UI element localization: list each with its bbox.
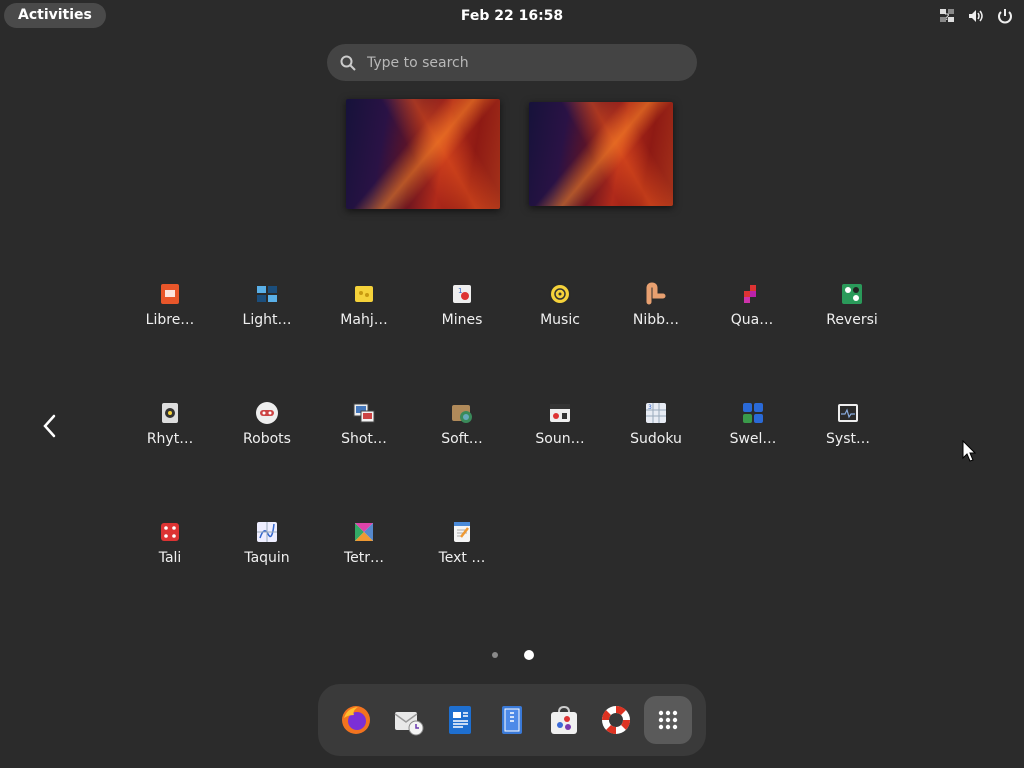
search-input[interactable] xyxy=(367,54,667,71)
system-monitor-icon xyxy=(838,404,858,422)
app-libreoffice-impress[interactable]: Libre… xyxy=(122,282,218,342)
workspace-thumbnail-2[interactable] xyxy=(529,102,673,206)
app-tetravex[interactable]: Tetr… xyxy=(316,520,412,580)
dock-files[interactable] xyxy=(488,696,536,744)
taquin-icon xyxy=(257,522,277,542)
software-store-icon xyxy=(551,705,577,734)
system-tray[interactable]: ? xyxy=(938,7,1014,25)
text-editor-icon xyxy=(454,522,470,542)
page-indicator-2-active[interactable] xyxy=(524,650,534,660)
clock[interactable]: Feb 22 16:58 xyxy=(0,0,1024,32)
lightsoff-icon xyxy=(257,286,277,302)
mahjongg-icon xyxy=(355,286,373,302)
reversi-icon xyxy=(842,284,862,304)
writer-icon xyxy=(449,706,471,734)
app-music[interactable]: Music xyxy=(512,282,608,342)
app-shotwell[interactable]: Shot… xyxy=(316,401,412,461)
app-mahjongg[interactable]: Mahj… xyxy=(316,282,412,342)
app-nibbles[interactable]: Nibb… xyxy=(608,282,704,342)
app-text-editor[interactable]: Text … xyxy=(414,520,510,580)
shotwell-icon xyxy=(353,403,375,423)
app-software-properties[interactable]: Soft… xyxy=(414,401,510,461)
dock-evolution[interactable] xyxy=(384,696,432,744)
app-label: Syst… xyxy=(826,431,870,447)
music-icon xyxy=(549,283,571,305)
dock-firefox[interactable] xyxy=(332,696,380,744)
svg-text:?: ? xyxy=(945,13,950,23)
app-label: Music xyxy=(540,312,580,328)
sudoku-icon: 3 xyxy=(646,403,666,423)
mail-clock-icon xyxy=(394,712,424,736)
svg-text:3: 3 xyxy=(648,404,652,411)
files-icon xyxy=(502,706,522,734)
nibbles-icon xyxy=(646,282,666,305)
app-sudoku[interactable]: 3 Sudoku xyxy=(608,401,704,461)
quadrapassel-icon xyxy=(744,285,756,303)
app-label: Mahj… xyxy=(340,312,388,328)
app-quadrapassel[interactable]: Qua… xyxy=(704,282,800,342)
app-label: Soun… xyxy=(535,431,585,447)
app-system-monitor[interactable]: Syst… xyxy=(800,401,896,461)
app-label: Shot… xyxy=(341,431,387,447)
app-reversi[interactable]: Reversi xyxy=(804,282,900,342)
app-label: Libre… xyxy=(145,312,195,328)
rhythmbox-icon xyxy=(162,403,178,423)
app-label: Mines xyxy=(441,312,483,328)
app-rhythmbox[interactable]: Rhyt… xyxy=(122,401,218,461)
app-taquin[interactable]: Taquin xyxy=(219,520,315,580)
app-grid-icon xyxy=(658,710,678,730)
mines-icon: 1 xyxy=(453,285,471,303)
mouse-cursor-icon xyxy=(962,439,977,462)
app-label: Taquin xyxy=(244,550,290,566)
app-label: Swel… xyxy=(729,431,777,447)
dock-show-apps[interactable] xyxy=(644,696,692,744)
app-label: Sudoku xyxy=(630,431,682,447)
page-indicator-1[interactable] xyxy=(492,652,498,658)
app-label: Robots xyxy=(243,431,291,447)
app-swell-foop[interactable]: Swel… xyxy=(705,401,801,461)
dock-help[interactable] xyxy=(592,696,640,744)
tali-icon xyxy=(161,523,179,541)
app-label: Reversi xyxy=(826,312,878,328)
app-mines[interactable]: 1 Mines xyxy=(414,282,510,342)
app-label: Soft… xyxy=(441,431,483,447)
app-label: Tetr… xyxy=(343,550,385,566)
workspace-thumbnail-1[interactable] xyxy=(346,99,500,209)
search-bar[interactable] xyxy=(327,44,697,81)
svg-text:1: 1 xyxy=(458,287,462,295)
swell-foop-icon xyxy=(743,403,763,423)
firefox-icon xyxy=(342,706,370,734)
app-sound-recorder[interactable]: Soun… xyxy=(512,401,608,461)
volume-icon[interactable] xyxy=(967,7,985,25)
app-lightsoff[interactable]: Light… xyxy=(219,282,315,342)
app-robots[interactable]: Robots xyxy=(219,401,315,461)
help-lifebuoy-icon xyxy=(602,706,630,734)
app-tali[interactable]: Tali xyxy=(122,520,218,580)
robots-icon xyxy=(256,402,278,424)
search-icon xyxy=(339,54,357,72)
previous-page-button[interactable] xyxy=(38,412,62,440)
libreoffice-impress-icon xyxy=(161,284,179,304)
sound-recorder-icon xyxy=(550,404,570,422)
tetravex-icon xyxy=(355,523,373,541)
network-icon[interactable]: ? xyxy=(938,7,956,25)
app-label: Rhyt… xyxy=(146,431,194,447)
app-label: Nibb… xyxy=(632,312,680,328)
software-properties-icon xyxy=(452,405,472,423)
app-label: Qua… xyxy=(730,312,774,328)
app-label: Text … xyxy=(438,550,486,566)
dock xyxy=(318,684,706,756)
dock-libreoffice-writer[interactable] xyxy=(436,696,484,744)
app-label: Tali xyxy=(158,550,182,566)
app-label: Light… xyxy=(242,312,292,328)
top-bar: Activities Feb 22 16:58 ? xyxy=(0,0,1024,32)
dock-software[interactable] xyxy=(540,696,588,744)
power-icon[interactable] xyxy=(996,7,1014,25)
